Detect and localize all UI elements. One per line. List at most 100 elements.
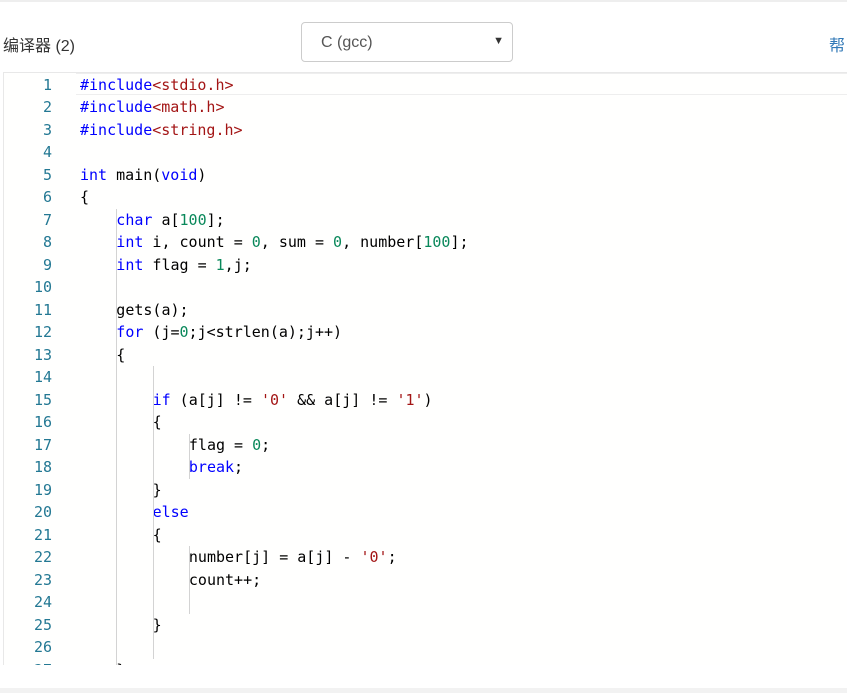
code-line: break;: [189, 456, 243, 479]
code-line: {: [153, 524, 162, 547]
line-number: 6: [42, 188, 52, 206]
compiler-select-value: C (gcc): [321, 34, 373, 51]
code-line: int main(void): [80, 164, 206, 187]
code-line: number[j] = a[j] - '0';: [189, 546, 397, 569]
line-number: 22: [33, 548, 52, 566]
code-token: , sum =: [260, 233, 334, 251]
code-line: flag = 0;: [189, 434, 270, 457]
code-token: 100: [179, 210, 207, 229]
code-token: i, count =: [143, 233, 252, 251]
code-token: ];: [450, 233, 469, 251]
line-number: 25: [33, 615, 52, 634]
code-token: int: [80, 165, 108, 184]
code-token: count++;: [188, 570, 262, 589]
line-number: 12: [33, 323, 52, 341]
code-token: {: [152, 525, 162, 544]
code-token: && a[j] !=: [288, 390, 397, 409]
code-token: , number[: [342, 233, 424, 251]
indent-guide: [116, 208, 118, 665]
code-area[interactable]: #include<stdio.h> #include<math.h> #includ…: [80, 73, 847, 665]
code-line: int flag = 1,j;: [116, 254, 251, 277]
line-number: 24: [33, 593, 52, 611]
code-token: 0: [179, 323, 189, 341]
line-number: 20: [33, 503, 52, 521]
line-number: 4: [42, 143, 52, 161]
caret-down-icon: ▼: [493, 35, 504, 47]
code-token: '1': [396, 390, 424, 409]
code-line: }: [153, 479, 162, 502]
code-token: }: [152, 615, 162, 634]
code-token: {: [116, 345, 126, 364]
code-token: main(: [107, 165, 162, 184]
code-token: gets(a);: [116, 300, 189, 319]
code-token: flag =: [143, 255, 216, 274]
code-token: else: [152, 503, 189, 521]
code-editor[interactable]: 1 2 3 4 5 6 7 8 9 10 11 12 13 14 15 16 17 18 19 20 21 22 23 24 2…: [3, 72, 847, 665]
code-token: a[: [152, 210, 180, 229]
code-line: count++;: [189, 569, 261, 592]
code-line: for (j=0;j<strlen(a);j++): [116, 321, 342, 344]
code-token: int: [116, 233, 144, 251]
code-token: int: [116, 255, 144, 274]
code-token: ,j;: [224, 255, 252, 274]
code-token: }: [152, 480, 162, 499]
code-line: {: [153, 411, 162, 434]
code-token: '0': [260, 390, 289, 409]
code-token: <stdio.h>: [152, 75, 234, 94]
line-number: 3: [42, 120, 52, 139]
compiler-label: 编译器 (2): [3, 38, 76, 55]
code-token: number[j] = a[j] -: [188, 548, 361, 566]
line-number: 9: [42, 255, 52, 274]
code-token: 0: [333, 233, 343, 251]
code-token: #include: [80, 120, 153, 139]
line-number: 26: [33, 638, 52, 656]
code-token: {: [152, 413, 162, 431]
line-number: 1: [42, 75, 52, 94]
code-token: 100: [423, 233, 451, 251]
code-line: gets(a);: [116, 299, 188, 322]
line-number: 8: [42, 233, 52, 251]
code-line: {: [80, 186, 89, 209]
code-token: 0: [251, 233, 261, 251]
code-token: if: [152, 390, 171, 409]
code-token: (a[j] !=: [170, 390, 261, 409]
line-number: 16: [33, 413, 52, 431]
code-token: ;: [234, 458, 244, 476]
code-token: '0': [360, 548, 388, 566]
code-token: break: [188, 458, 235, 476]
line-number: 13: [33, 345, 52, 364]
line-number-gutter: 1 2 3 4 5 6 7 8 9 10 11 12 13 14 15 16 17 18 19 20 21 22 23 24 2…: [4, 73, 64, 665]
line-number: 23: [33, 570, 52, 589]
line-number: 21: [33, 525, 52, 544]
code-token: (j=: [143, 323, 180, 341]
code-line: #include<stdio.h>: [80, 74, 234, 97]
line-number: 5: [42, 165, 52, 184]
line-number: 2: [42, 98, 52, 116]
code-line: }: [116, 659, 125, 666]
code-token: #include: [80, 75, 153, 94]
code-token: ;: [261, 435, 271, 454]
code-token: }: [116, 661, 125, 666]
code-token: ;: [387, 548, 397, 566]
help-link[interactable]: 帮: [829, 32, 845, 56]
line-number: 10: [33, 278, 52, 296]
code-line: char a[100];: [116, 209, 224, 232]
code-line: #include<math.h>: [80, 96, 225, 119]
line-number: 17: [33, 435, 52, 454]
compiler-select[interactable]: C (gcc) ▼: [301, 22, 513, 62]
indent-guide: [188, 433, 190, 479]
code-token: for: [116, 323, 144, 341]
code-token: 0: [252, 435, 262, 454]
bottom-divider: [0, 688, 847, 693]
code-token: <string.h>: [152, 120, 243, 139]
code-token: flag =: [188, 435, 253, 454]
line-number: 19: [33, 480, 52, 499]
code-line: else: [153, 501, 189, 524]
code-token: <math.h>: [152, 98, 225, 116]
code-line: {: [116, 344, 125, 367]
code-token: ;j<strlen(a);j++): [188, 323, 343, 341]
code-line: #include<string.h>: [80, 119, 243, 142]
code-token: #include: [80, 98, 153, 116]
line-number: 11: [33, 300, 52, 319]
indent-guide: [152, 366, 154, 659]
